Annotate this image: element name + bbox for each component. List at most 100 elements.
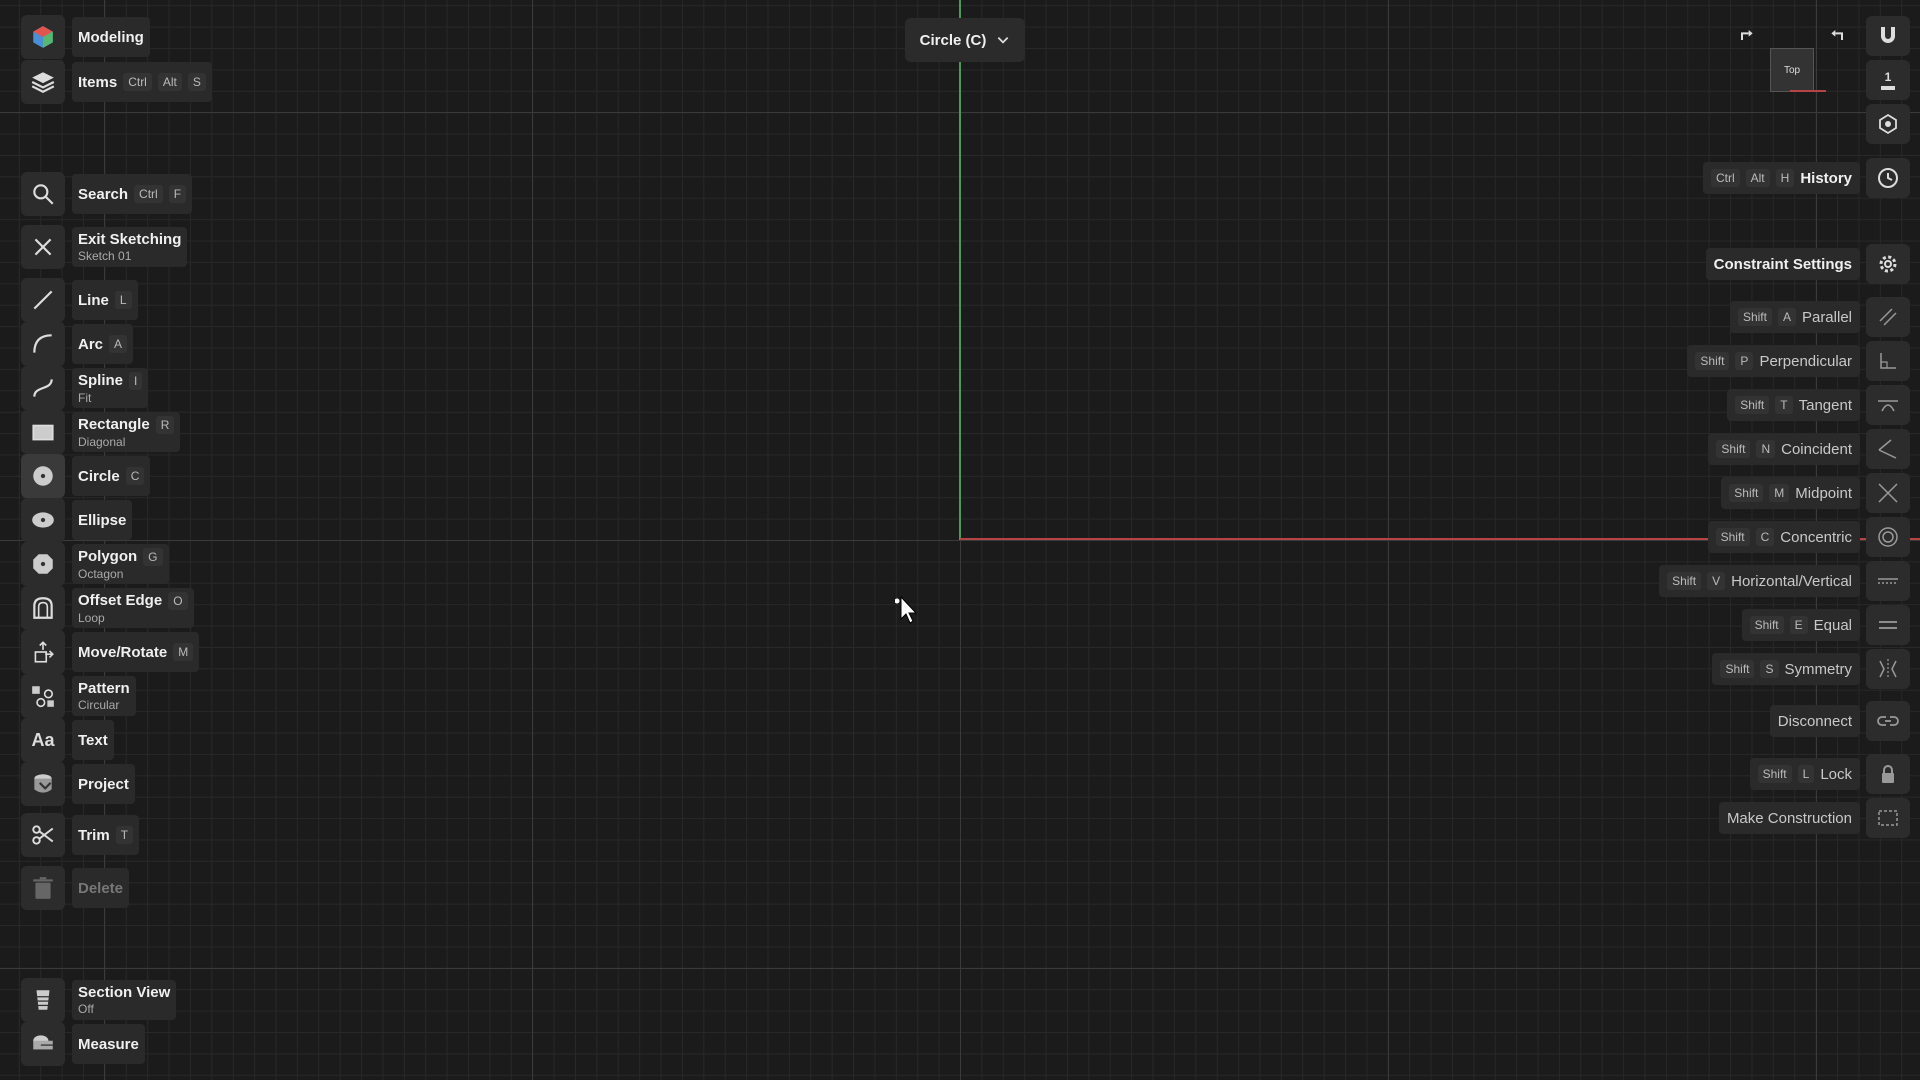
section-view-label[interactable]: Section View Off	[72, 980, 177, 1020]
pattern-tool-label[interactable]: Pattern Circular	[72, 676, 136, 716]
move-rotate-tool-label[interactable]: Move/Rotate M	[72, 632, 200, 672]
search-label[interactable]: Search Ctrl F	[72, 174, 193, 214]
symmetry-button[interactable]	[1866, 649, 1910, 689]
spline-tool-button[interactable]	[21, 366, 65, 410]
circle-tool-button[interactable]	[21, 454, 65, 498]
perpendicular-icon	[1880, 353, 1896, 369]
offset-edge-tool-label[interactable]: Offset Edge O Loop	[72, 588, 194, 628]
measure-button[interactable]	[21, 1022, 65, 1066]
text-tool-button[interactable]: Aa	[21, 718, 65, 762]
view-cube[interactable]: Top	[1770, 48, 1814, 92]
concentric-label[interactable]: Shift C Concentric	[1707, 521, 1860, 553]
polygon-tool-label[interactable]: Polygon G Octagon	[72, 544, 169, 584]
offset-edge-sub: Loop	[78, 610, 105, 625]
trash-icon	[33, 877, 53, 899]
history-button[interactable]	[1866, 158, 1910, 198]
equal-button[interactable]	[1866, 605, 1910, 645]
tangent-label[interactable]: Shift T Tangent	[1727, 389, 1860, 421]
tangent-key-shift: Shift	[1735, 396, 1770, 414]
symmetry-label[interactable]: Shift S Symmetry	[1712, 653, 1860, 685]
zoom-level-button[interactable]: 1	[1866, 60, 1910, 100]
pattern-tool-button[interactable]	[21, 674, 65, 718]
line-tool-label[interactable]: Line L	[72, 280, 138, 320]
line-tool-button[interactable]	[21, 278, 65, 322]
perpendicular-label[interactable]: Shift P Perpendicular	[1687, 345, 1860, 377]
parallel-label[interactable]: Shift A Parallel	[1729, 301, 1860, 333]
zoom-level: 1	[1884, 70, 1892, 84]
coincident-button[interactable]	[1866, 429, 1910, 469]
rectangle-tool-label[interactable]: Rectangle R Diagonal	[72, 412, 181, 452]
pattern-text: Pattern	[78, 680, 130, 697]
midpoint-label[interactable]: Shift M Midpoint	[1721, 477, 1860, 509]
trim-tool-label[interactable]: Trim T	[72, 815, 140, 855]
tangent-text: Tangent	[1798, 396, 1852, 414]
concentric-button[interactable]	[1866, 517, 1910, 557]
items-label[interactable]: Items Ctrl Alt S	[72, 62, 212, 102]
clock-icon	[1878, 168, 1898, 188]
perpendicular-button[interactable]	[1866, 341, 1910, 381]
modeling-button[interactable]	[21, 15, 65, 59]
trim-key: T	[115, 826, 134, 844]
horizontal-vertical-button[interactable]	[1866, 561, 1910, 601]
horizontal-vertical-icon	[1878, 578, 1898, 584]
delete-button[interactable]	[21, 866, 65, 910]
viewcube-x-axis	[1790, 90, 1826, 92]
parallel-button[interactable]	[1866, 297, 1910, 337]
arc-tool-label[interactable]: Arc A	[72, 324, 134, 364]
parallel-key-shift: Shift	[1737, 308, 1772, 326]
move-rotate-text: Move/Rotate	[78, 643, 168, 661]
rectangle-tool-button[interactable]	[21, 410, 65, 454]
modeling-label[interactable]: Modeling	[72, 17, 150, 57]
make-construction-label[interactable]: Make Construction	[1718, 802, 1860, 834]
project-tool-label[interactable]: Project	[72, 764, 135, 804]
items-button[interactable]	[21, 60, 65, 104]
arc-tool-button[interactable]	[21, 322, 65, 366]
move-rotate-key: M	[173, 643, 194, 661]
midpoint-button[interactable]	[1866, 473, 1910, 513]
history-label[interactable]: Ctrl Alt H History	[1702, 162, 1860, 194]
circle-text: Circle	[78, 467, 120, 485]
tangent-icon	[1878, 400, 1898, 412]
coincident-label[interactable]: Shift N Coincident	[1708, 433, 1860, 465]
exit-sketching-button[interactable]	[21, 225, 65, 269]
constraint-settings-button[interactable]	[1866, 244, 1910, 284]
modeling-text: Modeling	[78, 28, 144, 46]
ellipse-tool-label[interactable]: Ellipse	[72, 500, 133, 540]
polygon-key: G	[143, 547, 163, 566]
text-tool-label[interactable]: Text	[72, 720, 114, 760]
offset-edge-tool-button[interactable]	[21, 586, 65, 630]
equal-label[interactable]: Shift E Equal	[1741, 609, 1860, 641]
make-construction-button[interactable]	[1866, 798, 1910, 838]
lock-label[interactable]: Shift L Lock	[1749, 758, 1860, 790]
ellipse-tool-button[interactable]	[21, 498, 65, 542]
search-key-ctrl: Ctrl	[134, 185, 163, 203]
mouse-cursor-icon	[895, 595, 918, 624]
rotate-right-icon[interactable]	[1830, 28, 1846, 44]
move-rotate-tool-button[interactable]	[21, 630, 65, 674]
section-view-button[interactable]	[21, 978, 65, 1022]
polygon-tool-button[interactable]	[21, 542, 65, 586]
delete-label[interactable]: Delete	[72, 868, 130, 908]
lock-button[interactable]	[1866, 754, 1910, 794]
rotate-left-icon[interactable]	[1738, 28, 1754, 44]
trim-tool-button[interactable]	[21, 813, 65, 857]
active-tool-dropdown[interactable]: Circle (C)	[905, 18, 1025, 62]
measure-label[interactable]: Measure	[72, 1024, 145, 1064]
project-tool-button[interactable]	[21, 762, 65, 806]
disconnect-label[interactable]: Disconnect	[1769, 705, 1860, 737]
tangent-button[interactable]	[1866, 385, 1910, 425]
constraint-settings-label[interactable]: Constraint Settings	[1705, 248, 1860, 280]
polygon-text: Polygon	[78, 548, 138, 565]
text-text: Text	[78, 731, 108, 749]
horizontal-vertical-label[interactable]: Shift V Horizontal/Vertical	[1659, 565, 1860, 597]
snap-button[interactable]	[1866, 16, 1910, 56]
visual-style-button[interactable]	[1866, 104, 1910, 144]
perpendicular-key-p: P	[1735, 352, 1754, 370]
polygon-icon	[33, 554, 53, 574]
exit-sketching-label[interactable]: Exit Sketching Sketch 01	[72, 227, 188, 267]
circle-tool-label[interactable]: Circle C	[72, 456, 151, 496]
ellipse-icon	[32, 512, 54, 528]
search-button[interactable]	[21, 172, 65, 216]
spline-tool-label[interactable]: Spline I Fit	[72, 368, 149, 408]
disconnect-button[interactable]	[1866, 701, 1910, 741]
